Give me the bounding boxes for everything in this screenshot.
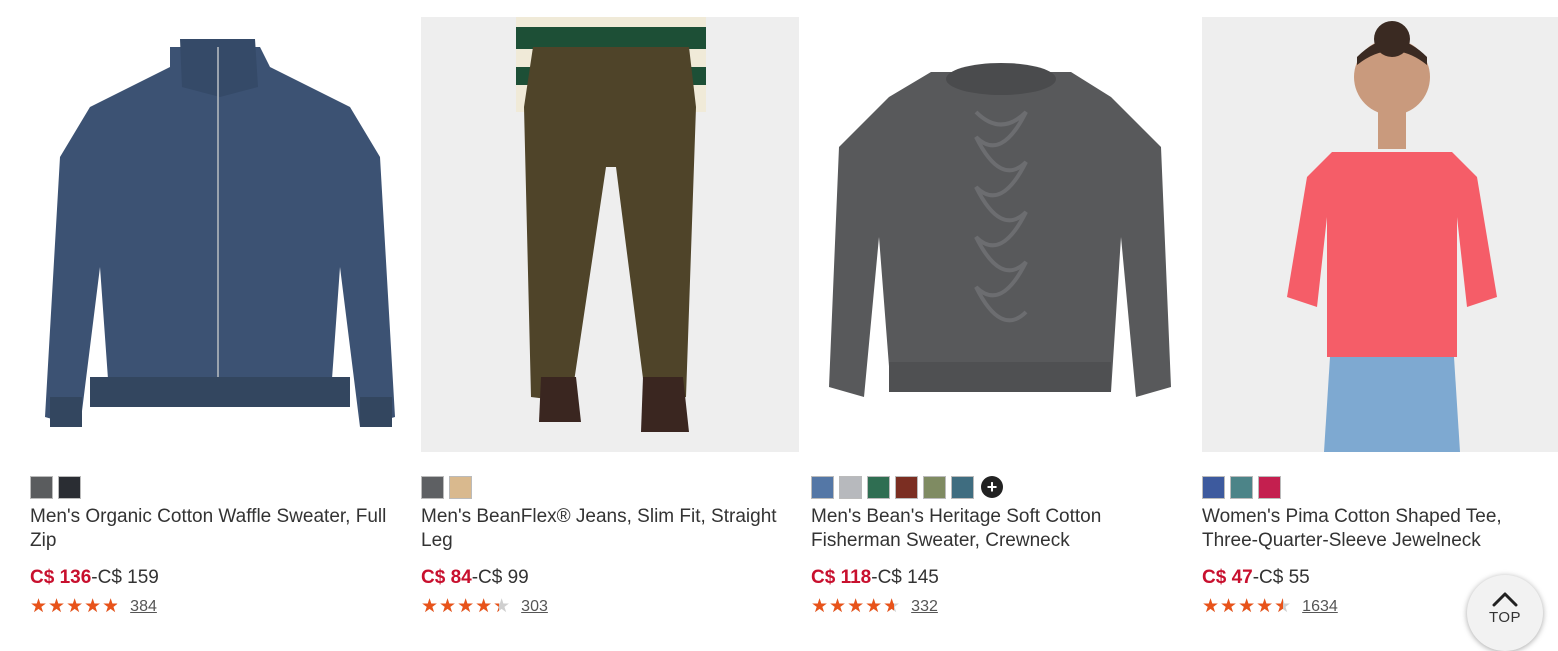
rating: ★★★★★ ★★★★★ 303 <box>421 597 548 617</box>
color-swatch[interactable] <box>1230 475 1253 499</box>
color-swatch[interactable] <box>811 475 834 499</box>
product-price: C$ 136-C$ 159 <box>30 567 159 589</box>
color-swatch[interactable] <box>895 475 918 499</box>
product-image[interactable] <box>421 17 799 452</box>
review-count-link[interactable]: 1634 <box>1302 598 1338 616</box>
product-card[interactable]: Women's Pima Cotton Shaped Tee, Three-Qu… <box>1202 17 1558 617</box>
jeans-image <box>516 17 706 432</box>
product-image[interactable] <box>30 17 408 452</box>
color-swatches <box>421 475 472 499</box>
back-to-top-label: TOP <box>1488 609 1522 626</box>
regular-price: C$ 99 <box>478 567 529 588</box>
regular-price: C$ 145 <box>877 567 939 588</box>
product-price: C$ 84-C$ 99 <box>421 567 529 589</box>
regular-price: C$ 159 <box>97 567 159 588</box>
star-rating: ★★★★★ ★★★★★ <box>1202 597 1292 617</box>
color-swatch[interactable] <box>30 475 53 499</box>
back-to-top-button[interactable]: TOP <box>1467 575 1543 651</box>
sweater-zip-image <box>45 39 395 427</box>
color-swatch[interactable] <box>1258 475 1281 499</box>
review-count-link[interactable]: 303 <box>521 598 548 616</box>
color-swatch[interactable] <box>839 475 862 499</box>
color-swatch[interactable] <box>58 475 81 499</box>
color-swatch[interactable] <box>1202 475 1225 499</box>
regular-price: C$ 55 <box>1259 567 1310 588</box>
color-swatch[interactable] <box>923 475 946 499</box>
product-name[interactable]: Men's BeanFlex® Jeans, Slim Fit, Straigh… <box>421 505 799 553</box>
star-icons-filled: ★★★★★ <box>1202 597 1283 617</box>
product-price: C$ 118-C$ 145 <box>811 567 939 589</box>
fisherman-sweater-image <box>829 63 1171 397</box>
rating: ★★★★★ ★★★★★ 332 <box>811 597 938 617</box>
product-name[interactable]: Women's Pima Cotton Shaped Tee, Three-Qu… <box>1202 505 1558 553</box>
star-rating: ★★★★★ ★★★★★ <box>811 597 901 617</box>
product-name[interactable]: Men's Organic Cotton Waffle Sweater, Ful… <box>30 505 408 553</box>
star-icons-filled: ★★★★★ <box>811 597 894 617</box>
star-icons-filled: ★★★★★ <box>30 597 117 617</box>
color-swatches <box>30 475 81 499</box>
color-swatch[interactable] <box>421 475 444 499</box>
chevron-up-icon <box>1492 592 1518 607</box>
rating: ★★★★★ ★★★★★ 384 <box>30 597 157 617</box>
rating: ★★★★★ ★★★★★ 1634 <box>1202 597 1338 617</box>
star-icons-filled: ★★★★★ <box>421 597 499 617</box>
product-grid: Men's Organic Cotton Waffle Sweater, Ful… <box>0 0 1558 645</box>
sale-price: C$ 118 <box>811 567 872 588</box>
sale-price: C$ 84 <box>421 567 472 588</box>
review-count-link[interactable]: 384 <box>130 598 157 616</box>
color-swatch[interactable] <box>951 475 974 499</box>
sale-price: C$ 47 <box>1202 567 1253 588</box>
product-price: C$ 47-C$ 55 <box>1202 567 1310 589</box>
star-rating: ★★★★★ ★★★★★ <box>421 597 511 617</box>
color-swatches: + <box>811 475 1003 499</box>
more-colors-plus-icon[interactable]: + <box>981 476 1003 498</box>
product-card[interactable]: Men's BeanFlex® Jeans, Slim Fit, Straigh… <box>421 17 799 617</box>
star-rating: ★★★★★ ★★★★★ <box>30 597 120 617</box>
product-card[interactable]: + Men's Bean's Heritage Soft Cotton Fish… <box>811 17 1189 617</box>
product-image[interactable] <box>811 17 1189 452</box>
product-card[interactable]: Men's Organic Cotton Waffle Sweater, Ful… <box>30 17 408 617</box>
review-count-link[interactable]: 332 <box>911 598 938 616</box>
womens-tee-image <box>1287 21 1497 452</box>
sale-price: C$ 136 <box>30 567 92 588</box>
product-name[interactable]: Men's Bean's Heritage Soft Cotton Fisher… <box>811 505 1189 553</box>
color-swatches <box>1202 475 1281 499</box>
color-swatch[interactable] <box>449 475 472 499</box>
color-swatch[interactable] <box>867 475 890 499</box>
product-image[interactable] <box>1202 17 1558 452</box>
